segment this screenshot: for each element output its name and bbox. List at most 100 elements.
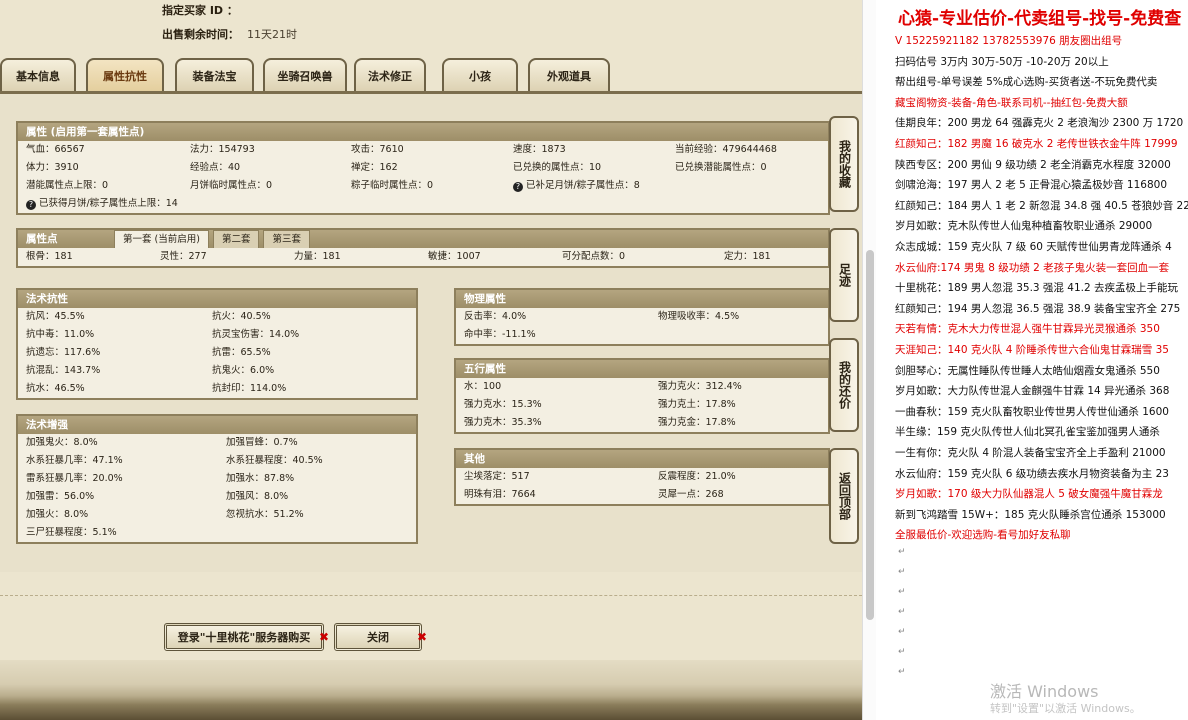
doc-line: 天涯知己：140 克火队 4 阶睡杀传世六合仙鬼甘霖瑞雪 35 <box>895 344 1169 356</box>
login-buy-button[interactable]: 登录"十里桃花"服务器购买 ✖ <box>164 623 329 651</box>
doc-line: 水云仙府:174 男鬼 8 级功绩 2 老孩子鬼火装一套回血一套 <box>895 261 1170 274</box>
doc-line: 一曲春秋：159 克火队畜牧职业传世男人传世仙通杀 1600 <box>895 405 1169 418</box>
element-cell: 强力克金：17.8% <box>658 417 736 428</box>
attr-cell: 粽子临时属性点：0 <box>351 180 434 191</box>
paragraph-mark: ↵ <box>898 547 906 557</box>
tab-bar: 基本信息 属性抗性 装备法宝 坐骑召唤兽 法术修正 小孩 外观道具 <box>0 58 862 92</box>
doc-line: 红颜知己：184 男人 1 老 2 新忽混 34.8 强 40.5 苍狼妙音 2… <box>895 199 1188 212</box>
points-cell: 力量：181 <box>294 251 341 262</box>
resist-cell: 抗灵宝伤害：14.0% <box>212 329 300 340</box>
document-panel: 心猿-专业估价-代卖组号-找号-免费查 V 15225921182 137825… <box>876 0 1188 720</box>
resist-cell: 抗鬼火：6.0% <box>212 365 275 376</box>
close-icon: ✖ <box>318 630 329 644</box>
points-cell: 定力：181 <box>724 251 771 262</box>
doc-line: 红颜知己：194 男人忽混 36.5 强混 38.9 装备宝宝齐全 275 <box>895 302 1181 315</box>
resist-cell: 抗火：40.5% <box>212 311 271 322</box>
doc-line: 十里桃花：189 男人忽混 35.3 强混 41.2 去疾孟极上手能玩 <box>895 282 1178 295</box>
scroll-thumb[interactable] <box>866 250 874 620</box>
attr-cell: 禅定：162 <box>351 162 398 173</box>
physical-cell: 命中率：-11.1% <box>464 329 536 340</box>
tab-appearance-items[interactable]: 外观道具 <box>528 58 610 91</box>
attributes-section: 属性 (启用第一套属性点) 气血：66567 法力：154793 攻击：7610… <box>16 121 830 215</box>
trade-detail-panel: 指定买家 ID ： 出售剩余时间： 11天21时 基本信息 属性抗性 装备法宝 坐… <box>0 0 862 720</box>
my-counteroffer-button[interactable]: 我的还价 <box>829 338 859 432</box>
remaining-time-value: 11天21时 <box>247 28 297 41</box>
subtab-set-1[interactable]: 第一套 (当前启用) <box>114 230 209 248</box>
boost-cell: 雷系狂暴几率：20.0% <box>26 473 123 484</box>
attr-cell: 速度：1873 <box>513 144 566 155</box>
physical-section: 物理属性 反击率：4.0% 物理吸收率：4.5% 命中率：-11.1% <box>454 288 830 346</box>
points-header: 属性点 第一套 (当前启用) 第二套 第三套 <box>18 230 828 248</box>
my-favorites-button[interactable]: 我的收藏 <box>829 116 859 212</box>
boost-cell: 三尸狂暴程度：5.1% <box>26 527 117 538</box>
subtab-set-2[interactable]: 第二套 <box>212 230 260 248</box>
help-icon[interactable]: ? <box>26 200 36 210</box>
points-cell: 根骨：181 <box>26 251 73 262</box>
points-cell: 可分配点数：0 <box>562 251 626 262</box>
points-cell: 敏捷：1007 <box>428 251 481 262</box>
vertical-scrollbar[interactable] <box>862 0 876 720</box>
close-button[interactable]: 关闭 ✖ <box>334 623 427 651</box>
points-subtabs: 第一套 (当前启用) 第二套 第三套 <box>114 230 310 248</box>
attr-cell: 潜能属性点上限：0 <box>26 180 109 191</box>
tab-mount-summon[interactable]: 坐骑召唤兽 <box>263 58 347 91</box>
doc-line: 帮出组号-单号误差 5%成心选购-买货者送-不玩免费代卖 <box>895 76 1158 89</box>
section-title: 法术抗性 <box>18 290 416 308</box>
doc-line: 一生有你：克火队 4 阶混人装备宝宝齐全上手盈利 21000 <box>895 447 1166 459</box>
attr-cell: 气血：66567 <box>26 144 85 155</box>
subtab-set-3[interactable]: 第三套 <box>263 230 310 248</box>
doc-line: V 15225921182 13782553976 朋友圈出组号 <box>895 35 1123 47</box>
tab-spell-correction[interactable]: 法术修正 <box>354 58 426 91</box>
boost-cell: 加强火：8.0% <box>26 509 89 520</box>
history-button[interactable]: 足迹 <box>829 228 859 322</box>
resist-cell: 抗中毒：11.0% <box>26 329 95 340</box>
element-cell: 水：100 <box>464 381 502 392</box>
resist-cell: 抗水：46.5% <box>26 383 85 394</box>
five-elements-section: 五行属性 水：100 强力克火：312.4% 强力克水：15.3% 强力克土：1… <box>454 358 830 434</box>
doc-line: 陕西专区：200 男仙 9 级功绩 2 老全消霸克水程度 32000 <box>895 158 1171 171</box>
paragraph-mark: ↵ <box>898 627 906 637</box>
element-cell: 强力克水：15.3% <box>464 399 542 410</box>
tab-attributes-resist[interactable]: 属性抗性 <box>86 58 164 91</box>
doc-line: 剑啸沧海：197 男人 2 老 5 正骨混心猿孟极妙音 116800 <box>895 179 1168 192</box>
doc-line: 剑胆琴心：无属性睡队传世睡人太皓仙烟霞女鬼通杀 550 <box>895 364 1160 377</box>
back-to-top-button[interactable]: 返回顶部 <box>829 448 859 544</box>
attr-cell: 当前经验：479644468 <box>675 144 777 155</box>
doc-line: 天若有情：克木大力传世混人强牛甘霖异光灵猴通杀 350 <box>895 323 1160 336</box>
divider <box>0 595 862 596</box>
section-title: 其他 <box>456 450 828 468</box>
doc-line: 全服最低价-欢迎选购-看号加好友私聊 <box>895 529 1071 542</box>
tab-child[interactable]: 小孩 <box>442 58 518 91</box>
spell-boost-section: 法术增强 加强鬼火：8.0% 加强冒蜂：0.7% 水系狂暴几率：47.1% 水系… <box>16 414 418 544</box>
tab-basic-info[interactable]: 基本信息 <box>0 58 76 91</box>
attr-cell: 法力：154793 <box>190 144 255 155</box>
section-title: 属性点 <box>26 233 58 245</box>
doc-line: 岁月如歌：克木队传世人仙鬼种植畜牧职业通杀 29000 <box>895 220 1153 233</box>
tab-equipment[interactable]: 装备法宝 <box>175 58 254 91</box>
boost-cell: 加强冒蜂：0.7% <box>226 437 298 448</box>
attr-cell: ? 已补足月饼/粽子属性点：8 <box>505 177 667 195</box>
attr-cell: 经验点：40 <box>190 162 241 173</box>
other-cell: 明珠有泪：7664 <box>464 489 536 500</box>
section-title: 法术增强 <box>18 416 416 434</box>
points-cell: 灵性：277 <box>160 251 207 262</box>
doc-line: 岁月如歌：170 级大力队仙器混人 5 破女魔强牛魔甘霖龙 <box>895 488 1163 501</box>
paragraph-mark: ↵ <box>898 587 906 597</box>
boost-cell: 加强雷：56.0% <box>26 491 95 502</box>
windows-activation-watermark: 激活 Windows <box>990 682 1099 701</box>
attr-cell <box>667 177 828 195</box>
doc-line: 佳期良年：200 男龙 64 强霹克火 2 老浪淘沙 2300 万 1720 <box>895 117 1184 130</box>
element-cell: 强力克木：35.3% <box>464 417 542 428</box>
element-cell: 强力克火：312.4% <box>658 381 742 392</box>
other-section: 其他 尘埃落定：517 反震程度：21.0% 明珠有泪：7664 灵犀一点：26… <box>454 448 830 506</box>
doc-line: 岁月如歌：大力队传世混人金麒强牛甘霖 14 异光通杀 368 <box>895 385 1170 398</box>
other-cell: 尘埃落定：517 <box>464 471 530 482</box>
help-icon[interactable]: ? <box>513 182 523 192</box>
close-icon: ✖ <box>416 630 427 644</box>
boost-cell: 忽视抗水：51.2% <box>226 509 304 520</box>
remaining-time: 出售剩余时间： 11天21时 <box>162 28 297 41</box>
attr-cell: 体力：3910 <box>26 162 79 173</box>
doc-line: 扫码估号 3万内 30万-50万 -10-20万 20以上 <box>895 55 1109 68</box>
boost-cell: 加强风：8.0% <box>226 491 289 502</box>
panel-footer <box>0 660 862 720</box>
